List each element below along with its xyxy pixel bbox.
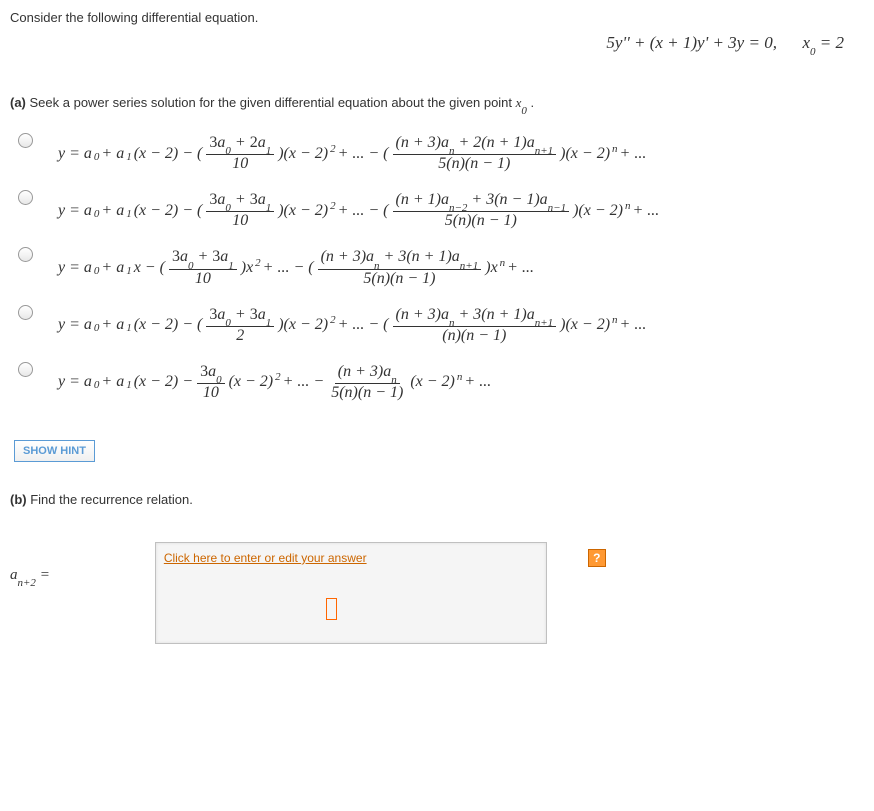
part-b-header: (b) Find the recurrence relation. bbox=[10, 492, 864, 507]
answer-input-box[interactable]: Click here to enter or edit your answer … bbox=[155, 542, 547, 644]
option-2-math: y = a0 + a1(x − 2) − ( 3a0 + 3a110 )(x −… bbox=[58, 191, 659, 230]
problem-prompt: Consider the following differential equa… bbox=[10, 10, 864, 25]
option-3-math: y = a0 + a1x − ( 3a0 + 3a110 )x2 + ... −… bbox=[58, 248, 534, 287]
radio-icon[interactable] bbox=[18, 362, 33, 377]
option-1[interactable]: y = a0 + a1(x − 2) − ( 3a0 + 2a110 )(x −… bbox=[10, 134, 864, 173]
answer-edit-link[interactable]: Click here to enter or edit your answer bbox=[164, 551, 367, 565]
radio-icon[interactable] bbox=[18, 305, 33, 320]
option-4-math: y = a0 + a1(x − 2) − ( 3a0 + 3a12 )(x − … bbox=[58, 306, 646, 345]
part-a-header: (a) Seek a power series solution for the… bbox=[10, 95, 864, 114]
show-hint-button[interactable]: SHOW HINT bbox=[14, 440, 95, 462]
option-1-math: y = a0 + a1(x − 2) − ( 3a0 + 2a110 )(x −… bbox=[58, 134, 646, 173]
radio-icon[interactable] bbox=[18, 190, 33, 205]
help-icon[interactable]: ? bbox=[588, 549, 606, 567]
option-5[interactable]: y = a0 + a1(x − 2) − 3a010 (x − 2)2 + ..… bbox=[10, 363, 864, 402]
option-5-math: y = a0 + a1(x − 2) − 3a010 (x − 2)2 + ..… bbox=[58, 363, 491, 402]
math-cursor bbox=[326, 598, 337, 620]
radio-icon[interactable] bbox=[18, 247, 33, 262]
radio-icon[interactable] bbox=[18, 133, 33, 148]
option-4[interactable]: y = a0 + a1(x − 2) − ( 3a0 + 3a12 )(x − … bbox=[10, 306, 864, 345]
option-3[interactable]: y = a0 + a1x − ( 3a0 + 3a110 )x2 + ... −… bbox=[10, 248, 864, 287]
differential-equation: 5y'' + (x + 1)y' + 3y = 0, x0 = 2 bbox=[10, 33, 864, 55]
recurrence-lhs: an+2 = bbox=[10, 567, 50, 586]
option-2[interactable]: y = a0 + a1(x − 2) − ( 3a0 + 3a110 )(x −… bbox=[10, 191, 864, 230]
options-group: y = a0 + a1(x − 2) − ( 3a0 + 2a110 )(x −… bbox=[10, 134, 864, 402]
